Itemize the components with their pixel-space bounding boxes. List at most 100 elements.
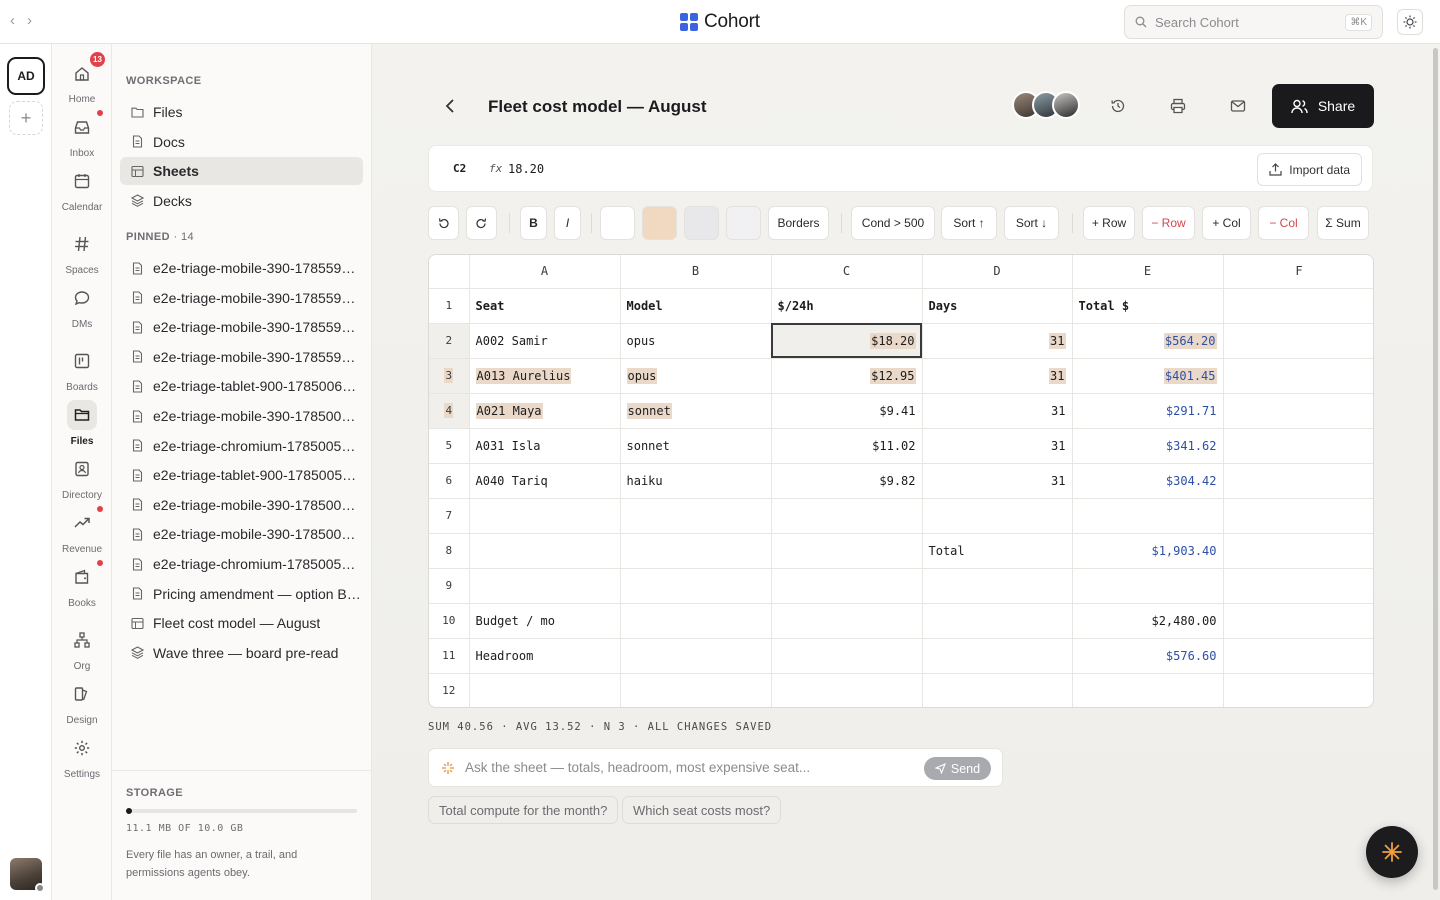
history-button[interactable] <box>1107 95 1129 117</box>
pinned-item[interactable]: e2e-triage-mobile-390-1785594… <box>120 284 363 312</box>
email-button[interactable] <box>1227 95 1249 117</box>
assistant-button[interactable] <box>1366 826 1418 878</box>
cell-F9[interactable] <box>1223 568 1373 604</box>
pinned-item[interactable]: Pricing amendment — option B … <box>120 580 363 608</box>
row-header[interactable]: 4 <box>429 393 470 429</box>
cell-E9[interactable] <box>1072 568 1224 604</box>
cell-D6[interactable]: 31 <box>922 463 1073 499</box>
cell-E11[interactable]: $576.60 <box>1072 638 1224 674</box>
workspace-avatar[interactable]: AD <box>7 57 45 95</box>
pinned-item[interactable]: e2e-triage-mobile-390-178500… <box>120 491 363 519</box>
sidebar-item-docs[interactable]: Docs <box>120 128 363 156</box>
cell-A8[interactable] <box>469 533 621 569</box>
cell-C2[interactable]: $18.20 <box>771 323 923 359</box>
sidebar-item-files[interactable]: Files <box>120 98 363 126</box>
row-header[interactable]: 3 <box>429 358 470 394</box>
cell-A2[interactable]: A002 Samir <box>469 323 621 359</box>
pinned-item[interactable]: Fleet cost model — August <box>120 609 363 637</box>
cell-D2[interactable]: 31 <box>922 323 1073 359</box>
column-header[interactable]: A <box>469 255 621 289</box>
bold-button[interactable]: B <box>520 206 547 240</box>
scrollbar-thumb[interactable] <box>1433 48 1438 890</box>
cell-B12[interactable] <box>620 673 772 707</box>
cell-F6[interactable] <box>1223 463 1373 499</box>
cell-D11[interactable] <box>922 638 1073 674</box>
nav-revenue[interactable]: Revenue <box>52 506 112 555</box>
sidebar-item-decks[interactable]: Decks <box>120 187 363 215</box>
cell-A9[interactable] <box>469 568 621 604</box>
cell-F7[interactable] <box>1223 498 1373 534</box>
search-input[interactable]: Search Cohort ⌘K <box>1124 5 1383 39</box>
cell-D4[interactable]: 31 <box>922 393 1073 429</box>
cell-C1[interactable]: $/24h <box>771 288 923 324</box>
cell-A11[interactable]: Headroom <box>469 638 621 674</box>
collaborator-avatars[interactable] <box>1012 91 1080 119</box>
cell-E4[interactable]: $291.71 <box>1072 393 1224 429</box>
cell-B6[interactable]: haiku <box>620 463 772 499</box>
cell-C10[interactable] <box>771 603 923 639</box>
send-button[interactable]: Send <box>924 757 991 780</box>
pinned-item[interactable]: e2e-triage-tablet-900-1785005… <box>120 461 363 489</box>
add-column-button[interactable]: + Col <box>1202 206 1251 240</box>
cell-F4[interactable] <box>1223 393 1373 429</box>
cell-A7[interactable] <box>469 498 621 534</box>
cell-E6[interactable]: $304.42 <box>1072 463 1224 499</box>
nav-home[interactable]: 13 Home <box>52 52 112 105</box>
nav-design[interactable]: Design <box>52 679 112 726</box>
cell-F3[interactable] <box>1223 358 1373 394</box>
ask-sheet-input[interactable]: Ask the sheet — totals, headroom, most e… <box>428 748 1003 787</box>
cell-E2[interactable]: $564.20 <box>1072 323 1224 359</box>
pinned-item[interactable]: e2e-triage-tablet-900-1785006… <box>120 372 363 400</box>
column-header[interactable]: D <box>922 255 1073 289</box>
cell-F5[interactable] <box>1223 428 1373 464</box>
share-button[interactable]: Share <box>1272 84 1374 128</box>
column-header[interactable]: F <box>1223 255 1373 289</box>
cell-A3[interactable]: A013 Aurelius <box>469 358 621 394</box>
cell-E5[interactable]: $341.62 <box>1072 428 1224 464</box>
nav-settings[interactable]: Settings <box>52 733 112 780</box>
cell-E3[interactable]: $401.45 <box>1072 358 1224 394</box>
cell-D3[interactable]: 31 <box>922 358 1073 394</box>
cell-B2[interactable]: opus <box>620 323 772 359</box>
back-arrow-icon[interactable]: ‹ <box>10 12 15 29</box>
delete-row-button[interactable]: − Row <box>1142 206 1195 240</box>
swatch-white[interactable] <box>600 206 635 240</box>
cell-E8[interactable]: $1,903.40 <box>1072 533 1224 569</box>
forward-arrow-icon[interactable]: › <box>27 12 32 29</box>
app-brand[interactable]: Cohort <box>680 11 760 33</box>
main-scrollbar[interactable] <box>1432 44 1440 900</box>
print-button[interactable] <box>1167 95 1189 117</box>
cell-A1[interactable]: Seat <box>469 288 621 324</box>
column-header[interactable]: B <box>620 255 772 289</box>
pinned-item[interactable]: e2e-triage-chromium-1785005… <box>120 432 363 460</box>
cell-C11[interactable] <box>771 638 923 674</box>
pinned-item[interactable]: Wave three — board pre-read <box>120 639 363 667</box>
theme-toggle[interactable] <box>1397 9 1423 35</box>
import-data-button[interactable]: Import data <box>1257 153 1362 186</box>
cell-F11[interactable] <box>1223 638 1373 674</box>
cell-D7[interactable] <box>922 498 1073 534</box>
cell-A4[interactable]: A021 Maya <box>469 393 621 429</box>
cell-C3[interactable]: $12.95 <box>771 358 923 394</box>
conditional-format-button[interactable]: Cond > 500 <box>851 206 935 240</box>
back-button[interactable] <box>440 95 462 117</box>
cell-C9[interactable] <box>771 568 923 604</box>
cell-A12[interactable] <box>469 673 621 707</box>
sort-ascending-button[interactable]: Sort ↑ <box>941 206 997 240</box>
cell-D1[interactable]: Days <box>922 288 1073 324</box>
swatch-light-gray[interactable] <box>726 206 761 240</box>
cell-A5[interactable]: A031 Isla <box>469 428 621 464</box>
cell-F8[interactable] <box>1223 533 1373 569</box>
cell-D9[interactable] <box>922 568 1073 604</box>
italic-button[interactable]: I <box>554 206 581 240</box>
swatch-gray[interactable] <box>684 206 719 240</box>
collaborator-avatar[interactable] <box>1052 91 1080 119</box>
cell-A6[interactable]: A040 Tariq <box>469 463 621 499</box>
row-header[interactable]: 6 <box>429 463 470 499</box>
cell-B11[interactable] <box>620 638 772 674</box>
cell-D8[interactable]: Total <box>922 533 1073 569</box>
row-header[interactable]: 11 <box>429 638 470 674</box>
row-header[interactable]: 8 <box>429 533 470 569</box>
nav-spaces[interactable]: Spaces <box>52 229 112 276</box>
formula-input[interactable]: 18.20 <box>508 162 544 176</box>
